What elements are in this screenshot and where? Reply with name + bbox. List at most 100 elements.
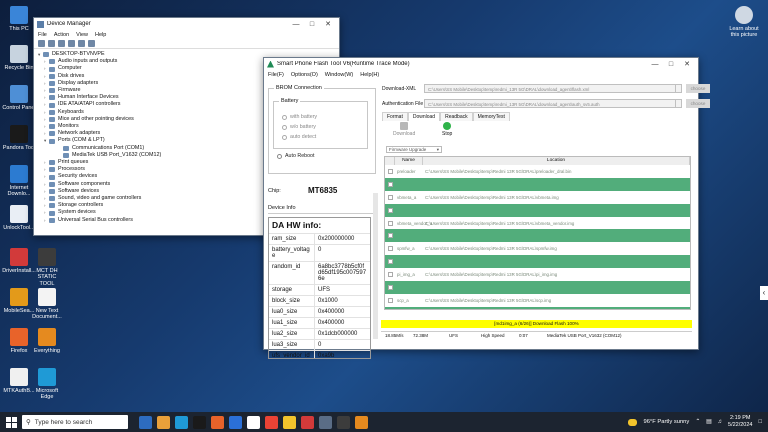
desktop-icon[interactable]: Pandora Tool [2,125,36,151]
taskbar-app-icon[interactable] [355,415,368,429]
partition-location[interactable]: C:\Users\SS Mobile\Desktop\temp\Redmi 13… [423,246,690,251]
taskbar-app-icon[interactable] [301,415,314,429]
flash-tool-titlebar[interactable]: Smart Phone Flash Tool V6(Runtime Trace … [264,58,698,70]
partition-location[interactable]: C:\Users\SS Mobile\Desktop\temp\Redmi 13… [423,221,690,226]
row-checkbox[interactable] [388,297,393,303]
tab-download[interactable]: Download [407,112,441,121]
partition-location[interactable]: C:\Users\SS Mobile\Desktop\temp\Redmi 13… [423,169,690,174]
table-row[interactable]: vbmeta_a C:\Users\SS Mobile\Desktop\temp\… [385,191,690,204]
row-checkbox[interactable] [388,207,393,213]
desktop-icon[interactable]: Microsoft Edge [30,368,64,401]
row-checkbox[interactable] [388,246,393,252]
learn-about-picture[interactable]: Learn about this picture [726,6,762,38]
auto-reboot-checkbox[interactable]: Auto Reboot [277,153,371,159]
menu-item[interactable]: Help [95,32,106,38]
dropdown-arrow[interactable] [676,99,682,108]
row-checkbox[interactable] [388,168,393,174]
desktop-icon[interactable]: This PC [2,6,36,32]
row-checkbox[interactable] [388,194,393,200]
row-checkbox[interactable] [388,272,393,278]
maximize-button[interactable]: □ [304,21,320,28]
dropdown-arrow[interactable] [676,84,682,93]
choose-xml-button[interactable]: choose [686,84,710,93]
maximize-button[interactable]: □ [663,61,679,68]
taskbar-app-icon[interactable] [319,415,332,429]
taskbar-app-icon[interactable] [229,415,242,429]
desktop-icon[interactable]: Recycle Bin [2,45,36,71]
desktop-icon[interactable]: MCT DH STATIC TOOL [30,248,64,287]
volume-icon[interactable]: ♫ [718,419,722,425]
taskbar-app-icon[interactable] [193,415,206,429]
table-row[interactable] [385,177,690,191]
header-check[interactable] [385,157,395,165]
minimize-button[interactable]: — [647,61,663,68]
tab-format[interactable]: Format [382,112,408,121]
taskbar-app-icon[interactable] [139,415,152,429]
row-checkbox[interactable] [388,259,393,265]
stop-button[interactable]: Stop [442,122,452,137]
weather-text[interactable]: 96°F Partly sunny [643,419,689,425]
close-button[interactable]: ✕ [320,20,336,28]
row-checkbox[interactable] [388,220,393,226]
help-icon[interactable] [68,40,75,47]
menu-item[interactable]: Window(W) [325,72,353,78]
menu-item[interactable]: File(F) [268,72,284,78]
desktop-icon[interactable]: UnlockTool... [2,205,36,231]
menu-item[interactable]: Help(H) [360,72,379,78]
menu-item[interactable]: File [38,32,47,38]
chevron-left-icon[interactable]: ‹ [760,286,768,300]
start-button[interactable] [0,412,22,432]
partition-location[interactable]: C:\Users\SS Mobile\Desktop\temp\Redmi 13… [423,195,690,200]
taskbar-app-icon[interactable] [283,415,296,429]
desktop-icon[interactable]: Control Panel [2,85,36,111]
taskbar-app-icon[interactable] [157,415,170,429]
table-row[interactable] [385,281,690,294]
desktop-icon[interactable]: Internet Downlo... [2,165,36,198]
monitor-icon[interactable] [88,40,95,47]
close-button[interactable]: ✕ [679,60,695,68]
table-row[interactable]: vbmeta_vendor_a C:\Users\SS Mobile\Deskto… [385,217,690,230]
taskbar-app-icon[interactable] [211,415,224,429]
properties-icon[interactable] [58,40,65,47]
tab-readback[interactable]: Readback [440,112,473,121]
firmware-upgrade-select[interactable]: Firmware Upgrade ▾ [386,146,442,153]
taskbar-app-icon[interactable] [175,415,188,429]
radio-with-battery[interactable]: with battery [282,114,363,120]
scrollbar[interactable] [373,193,378,339]
clock[interactable]: 2:19 PM 5/22/2024 [728,415,752,429]
row-checkbox[interactable] [388,181,393,187]
radio-auto-detect[interactable]: auto detect [282,134,363,140]
table-row[interactable]: preloader C:\Users\SS Mobile\Desktop\temp… [385,165,690,178]
search-box[interactable]: ⚲ Type here to search [22,415,128,429]
forward-icon[interactable] [48,40,55,47]
device-manager-titlebar[interactable]: Device Manager — □ ✕ [34,18,339,30]
desktop-icon[interactable]: New Text Document... [30,288,64,321]
minimize-button[interactable]: — [288,21,304,28]
taskbar-app-icon[interactable] [247,415,260,429]
partition-location[interactable]: C:\Users\SS Mobile\Desktop\temp\Redmi 13… [423,272,690,277]
menu-item[interactable]: Action [54,32,69,38]
radio-without-battery[interactable]: w/o battery [282,124,363,130]
table-row[interactable]: pi_img_a C:\Users\SS Mobile\Desktop\temp\… [385,268,690,281]
menu-item[interactable]: Options(O) [291,72,318,78]
notification-icon[interactable]: □ [758,419,762,425]
download-button[interactable]: Download [393,122,415,137]
table-row[interactable] [385,306,690,309]
taskbar-app-icon[interactable] [337,415,350,429]
back-icon[interactable] [38,40,45,47]
table-row[interactable] [385,203,690,217]
taskbar-app-icon[interactable] [265,415,278,429]
tab-memorytest[interactable]: MemoryTest [472,112,510,121]
table-row[interactable]: scp_a C:\Users\SS Mobile\Desktop\temp\Red… [385,294,690,307]
table-row[interactable] [385,255,690,269]
menu-item[interactable]: View [76,32,88,38]
row-checkbox[interactable] [388,233,393,239]
network-icon[interactable]: ▤ [706,419,711,425]
choose-auth-button[interactable]: choose [686,99,710,108]
desktop-icon[interactable]: Everything [30,328,64,354]
partition-location[interactable]: C:\Users\SS Mobile\Desktop\temp\Redmi 13… [423,298,690,303]
download-xml-field[interactable]: C:\Users\SS Mobile\Desktop\temp\redmi_13… [424,84,676,93]
row-checkbox[interactable] [388,284,393,290]
chevron-up-icon[interactable]: ⌃ [695,419,700,425]
scan-icon[interactable] [78,40,85,47]
